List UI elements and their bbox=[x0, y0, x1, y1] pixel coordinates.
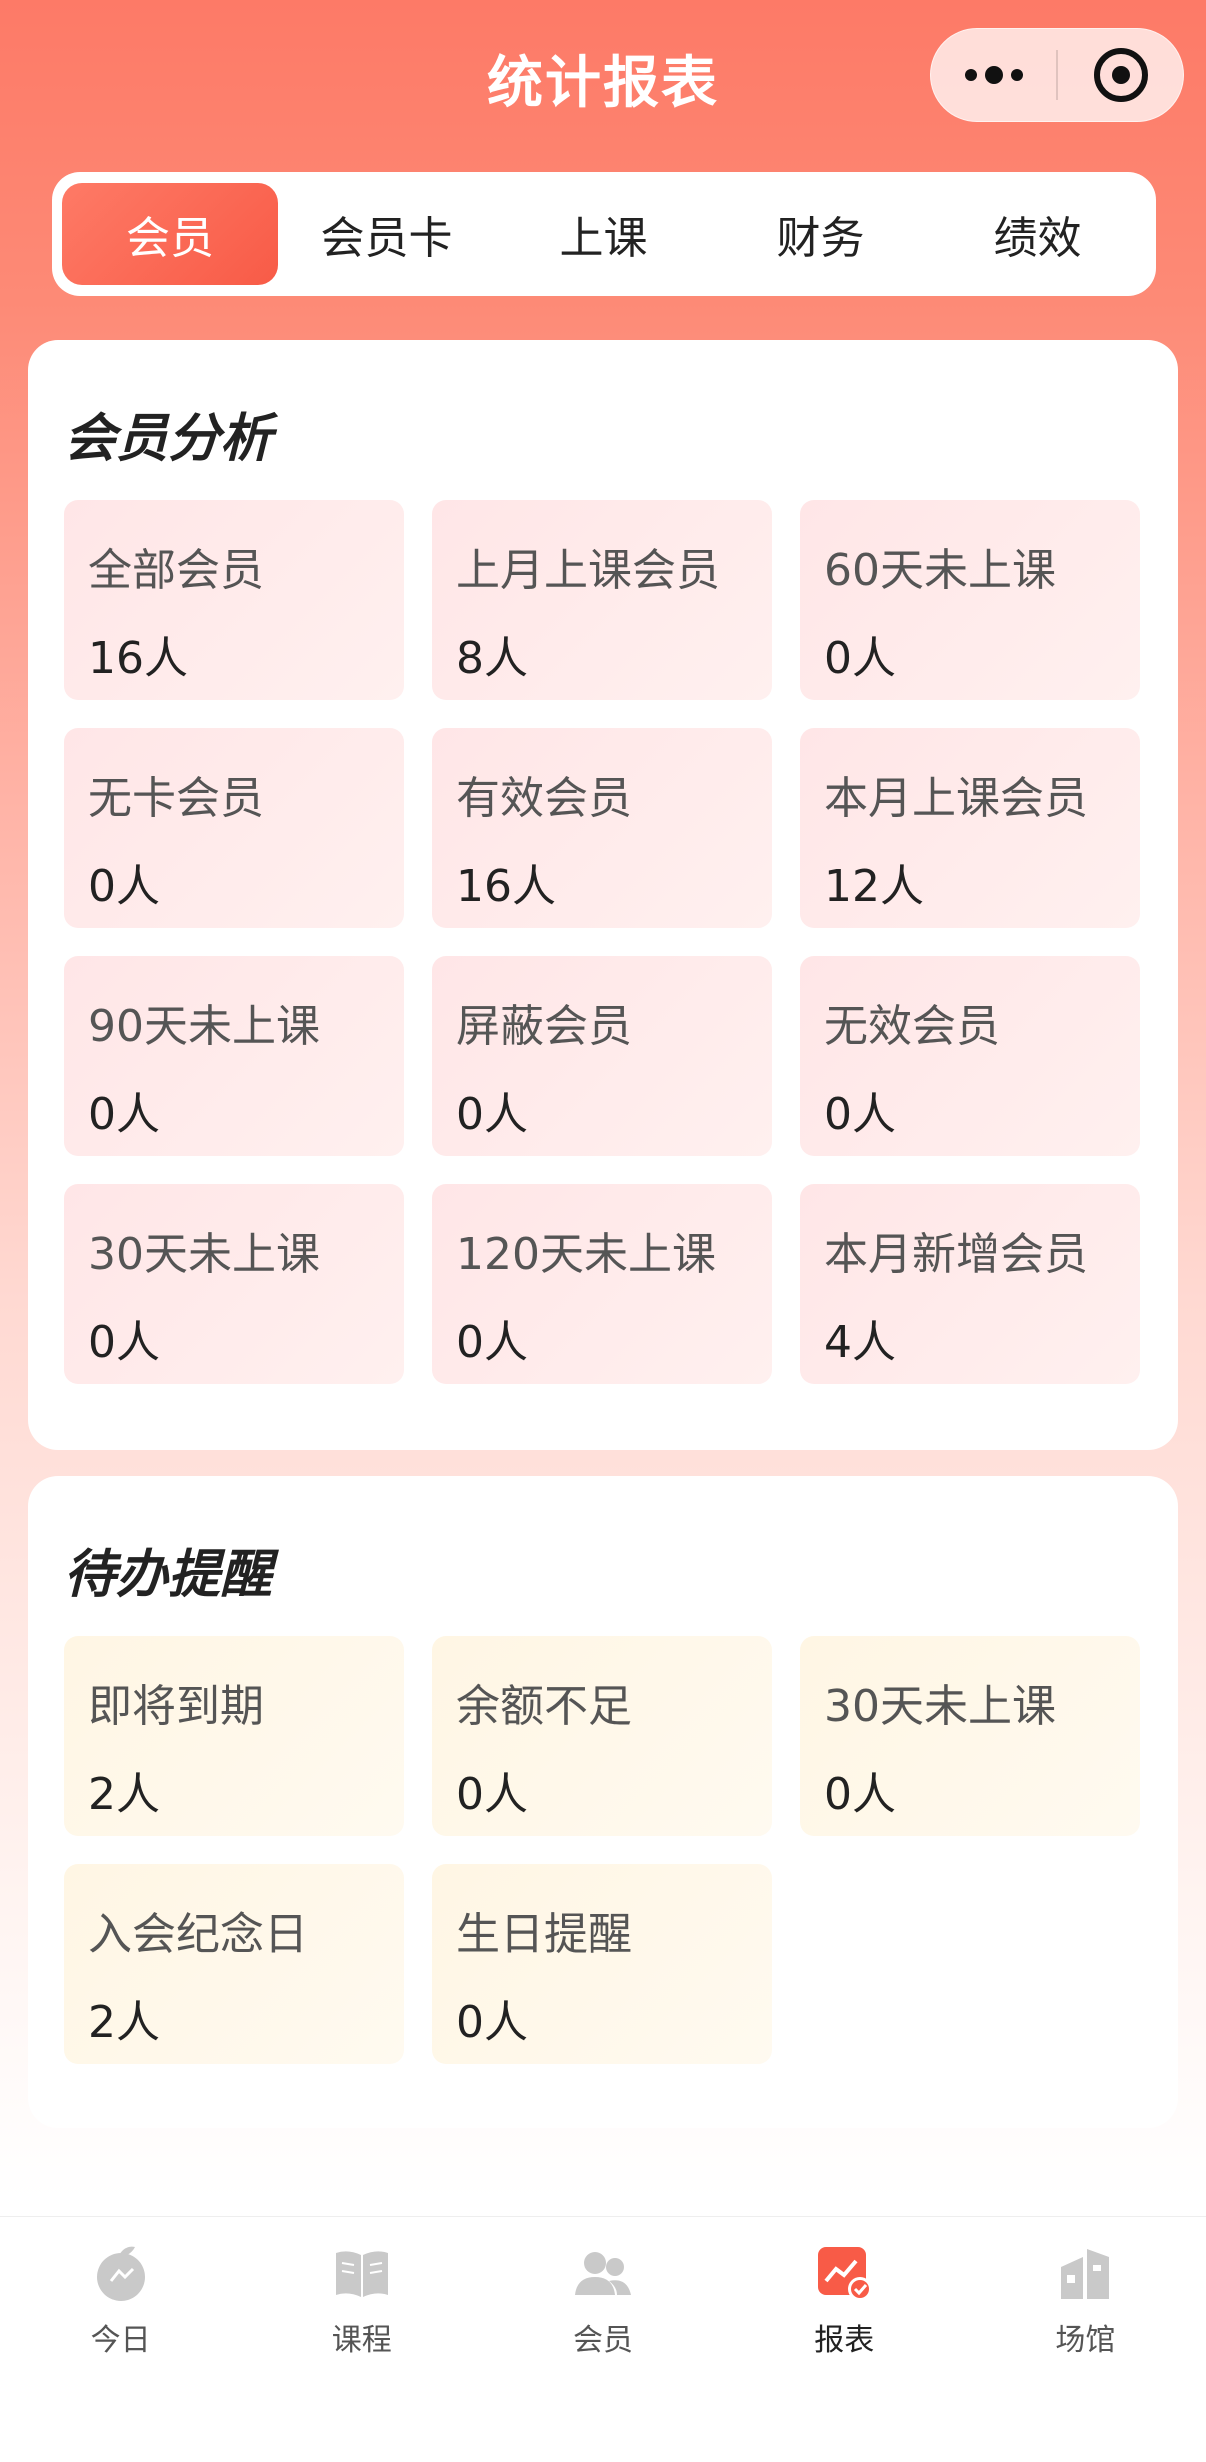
stat-label: 30天未上课 bbox=[88, 1229, 320, 1280]
stat-valid-members[interactable]: 有效会员 16人 bbox=[432, 728, 772, 928]
reminder-label: 入会纪念日 bbox=[88, 1909, 308, 1960]
stat-label: 本月上课会员 bbox=[824, 773, 1088, 824]
nav-label: 场馆 bbox=[1055, 2323, 1116, 2358]
reminder-low-balance[interactable]: 余额不足 0人 bbox=[432, 1636, 772, 1836]
member-analysis-card: 会员分析 全部会员 16人 上月上课会员 8人 60天未上课 0人 无卡会员 0人 有效… bbox=[28, 340, 1178, 1450]
reminder-label: 生日提醒 bbox=[456, 1909, 632, 1960]
reminder-anniversary[interactable]: 入会纪念日 2人 bbox=[64, 1864, 404, 2064]
stat-all-members[interactable]: 全部会员 16人 bbox=[64, 500, 404, 700]
nav-label: 课程 bbox=[331, 2323, 392, 2358]
stat-value: 0人 bbox=[88, 1089, 160, 1140]
stat-label: 无卡会员 bbox=[88, 773, 264, 824]
tab-class[interactable]: 上课 bbox=[495, 183, 712, 285]
stat-label: 60天未上课 bbox=[824, 545, 1056, 596]
stat-label: 全部会员 bbox=[88, 545, 264, 596]
stat-value: 16人 bbox=[456, 861, 556, 912]
member-analysis-title: 会员分析 bbox=[64, 409, 273, 469]
stat-value: 8人 bbox=[456, 633, 528, 684]
venue-icon bbox=[1061, 2249, 1110, 2299]
nav-member[interactable]: 会员 bbox=[482, 2217, 723, 2462]
reminder-value: 0人 bbox=[456, 1997, 528, 2048]
reminder-30-days-absent[interactable]: 30天未上课 0人 bbox=[800, 1636, 1140, 1836]
stat-value: 16人 bbox=[88, 633, 188, 684]
nav-course[interactable]: 课程 bbox=[241, 2217, 482, 2462]
stat-this-month-attended[interactable]: 本月上课会员 12人 bbox=[800, 728, 1140, 928]
nav-today[interactable]: 今日 bbox=[0, 2217, 241, 2462]
stat-label: 上月上课会员 bbox=[456, 545, 720, 596]
stat-value: 0人 bbox=[824, 633, 896, 684]
stat-60-days-absent[interactable]: 60天未上课 0人 bbox=[800, 500, 1140, 700]
mini-program-capsule bbox=[930, 28, 1184, 122]
header: 统计报表 bbox=[0, 0, 1206, 160]
stat-value: 0人 bbox=[456, 1317, 528, 1368]
stat-value: 0人 bbox=[88, 1317, 160, 1368]
stat-90-days-absent[interactable]: 90天未上课 0人 bbox=[64, 956, 404, 1156]
stat-blocked-members[interactable]: 屏蔽会员 0人 bbox=[432, 956, 772, 1156]
reminders-title: 待办提醒 bbox=[64, 1545, 273, 1605]
tab-finance[interactable]: 财务 bbox=[712, 183, 929, 285]
reminders-card: 待办提醒 即将到期 2人 余额不足 0人 30天未上课 0人 入会纪念日 2人 生日提醒… bbox=[28, 1476, 1178, 2128]
tab-member-card[interactable]: 会员卡 bbox=[278, 183, 495, 285]
reminder-value: 2人 bbox=[88, 1769, 160, 1820]
close-button[interactable] bbox=[1058, 29, 1183, 121]
reminder-value: 2人 bbox=[88, 1997, 160, 2048]
nav-label: 会员 bbox=[573, 2323, 633, 2358]
stat-label: 无效会员 bbox=[824, 1001, 1000, 1052]
reminder-value: 0人 bbox=[456, 1769, 528, 1820]
stat-invalid-members[interactable]: 无效会员 0人 bbox=[800, 956, 1140, 1156]
reminder-birthday[interactable]: 生日提醒 0人 bbox=[432, 1864, 772, 2064]
stat-value: 0人 bbox=[88, 861, 160, 912]
bottom-nav: 今日 课程 会员 报表 场馆 bbox=[0, 2216, 1206, 2462]
stat-value: 12人 bbox=[824, 861, 924, 912]
stat-label: 有效会员 bbox=[456, 773, 632, 824]
reminder-label: 即将到期 bbox=[88, 1681, 264, 1732]
stat-label: 屏蔽会员 bbox=[456, 1001, 632, 1052]
report-tabs: 会员 会员卡 上课 财务 绩效 bbox=[52, 172, 1156, 296]
members-icon bbox=[575, 2252, 631, 2295]
stat-new-members-this-month[interactable]: 本月新增会员 4人 bbox=[800, 1184, 1140, 1384]
stat-label: 本月新增会员 bbox=[824, 1229, 1088, 1280]
nav-venue[interactable]: 场馆 bbox=[965, 2217, 1206, 2462]
book-icon bbox=[335, 2251, 388, 2297]
more-icon bbox=[964, 66, 1023, 84]
tab-performance[interactable]: 绩效 bbox=[929, 183, 1146, 285]
stat-30-days-absent[interactable]: 30天未上课 0人 bbox=[64, 1184, 404, 1384]
stat-last-month-attended[interactable]: 上月上课会员 8人 bbox=[432, 500, 772, 700]
stat-value: 4人 bbox=[824, 1317, 896, 1368]
more-button[interactable] bbox=[931, 29, 1056, 121]
stat-120-days-absent[interactable]: 120天未上课 0人 bbox=[432, 1184, 772, 1384]
reminder-value: 0人 bbox=[824, 1769, 896, 1820]
stat-label: 120天未上课 bbox=[456, 1229, 716, 1280]
stat-value: 0人 bbox=[456, 1089, 528, 1140]
reminder-expiring[interactable]: 即将到期 2人 bbox=[64, 1636, 404, 1836]
reminder-label: 余额不足 bbox=[456, 1681, 632, 1732]
nav-label: 今日 bbox=[90, 2323, 151, 2358]
stat-value: 0人 bbox=[824, 1089, 896, 1140]
nav-report[interactable]: 报表 bbox=[724, 2217, 965, 2462]
close-target-icon bbox=[1093, 48, 1148, 102]
stat-no-card-members[interactable]: 无卡会员 0人 bbox=[64, 728, 404, 928]
today-icon bbox=[96, 2246, 145, 2301]
report-icon bbox=[818, 2247, 873, 2301]
nav-label: 报表 bbox=[814, 2323, 875, 2358]
tab-member[interactable]: 会员 bbox=[62, 183, 278, 285]
reminder-label: 30天未上课 bbox=[824, 1681, 1056, 1732]
reminders-grid: 即将到期 2人 余额不足 0人 30天未上课 0人 入会纪念日 2人 生日提醒 0人 bbox=[64, 1636, 1140, 2064]
member-analysis-grid: 全部会员 16人 上月上课会员 8人 60天未上课 0人 无卡会员 0人 有效会员 16人… bbox=[64, 500, 1140, 1384]
stat-label: 90天未上课 bbox=[88, 1001, 320, 1052]
